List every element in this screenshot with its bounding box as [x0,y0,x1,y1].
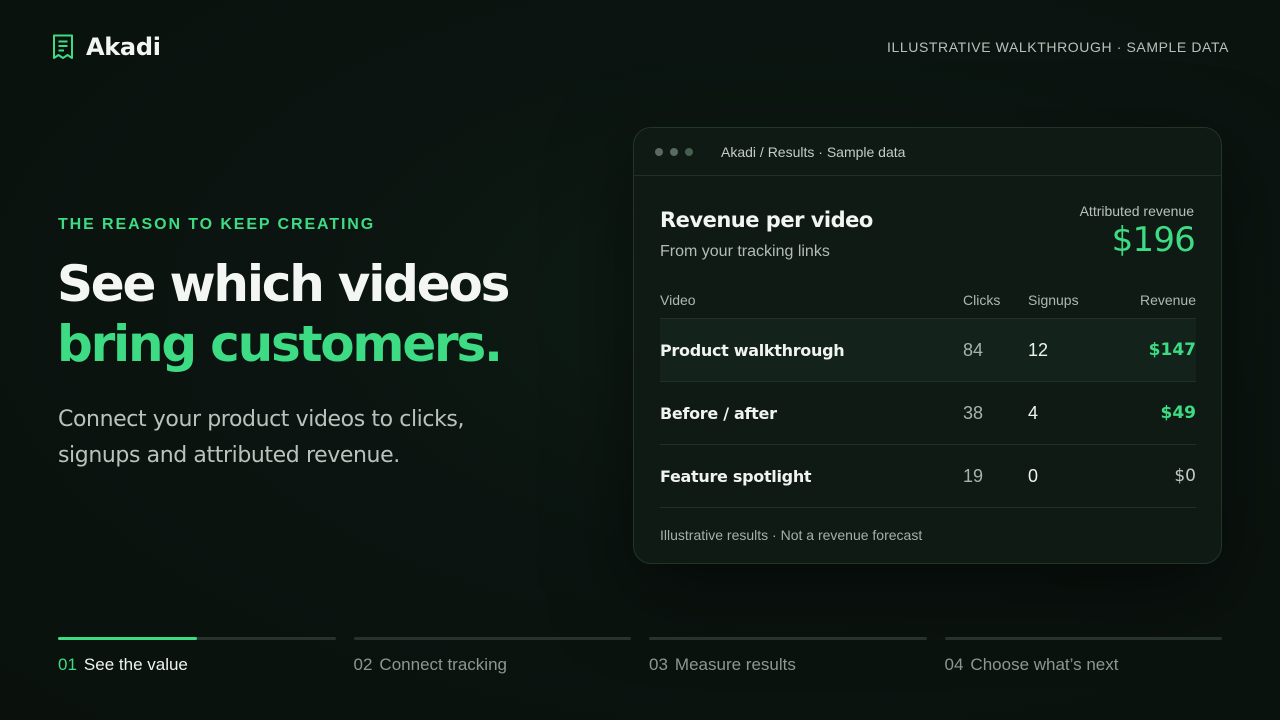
video-name: Before / after [660,403,777,423]
step-track [944,637,1222,640]
table-header: Video Clicks Signups Revenue [660,282,1196,319]
window-bar: Akadi / Results · Sample data [634,128,1221,176]
headline: See which videos bring customers. [57,254,510,374]
headline-line-2: bring customers. [57,315,503,373]
brand-name: Akadi [86,33,161,61]
attributed-revenue-value: $196 [1111,220,1196,260]
walkthrough-tag: ILLUSTRATIVE WALKTHROUGH · SAMPLE DATA [887,39,1229,55]
card-subtitle: From your tracking links [660,243,830,260]
window-dots [655,147,693,156]
clicks-value: 38 [963,402,984,423]
step-label: 03 Measure results [649,655,927,675]
window-dot-icon [655,147,663,156]
column-header-signups: Signups [1028,292,1079,308]
headline-line-1: See which videos [57,255,510,313]
step-fill [58,637,197,640]
step-text: Connect tracking [379,655,507,674]
revenue-value: $147 [1148,340,1196,360]
column-header-revenue: Revenue [1139,292,1196,308]
receipt-icon [53,34,73,59]
window-dot-icon [685,147,693,156]
step-2[interactable]: 02 Connect tracking [353,637,632,675]
signups-value: 12 [1028,339,1049,360]
step-track [353,637,631,640]
brand[interactable]: Akadi [52,33,161,61]
clicks-value: 84 [963,339,984,360]
step-label: 04 Choose what’s next [945,655,1223,675]
attributed-revenue-label: Attributed revenue [1079,203,1194,219]
step-number: 02 [353,655,373,674]
step-label: 02 Connect tracking [354,655,632,675]
breadcrumb: Akadi / Results · Sample data [721,143,906,160]
table-row[interactable]: Before / after 38 4 $49 [660,382,1196,445]
revenue-value: $49 [1160,403,1197,423]
table-row[interactable]: Feature spotlight 19 0 $0 [660,445,1196,508]
step-text: Measure results [674,655,796,674]
step-number: 01 [58,655,77,674]
signups-value: 0 [1028,465,1039,486]
step-text: Choose what’s next [970,655,1119,674]
step-track [58,637,336,640]
step-number: 04 [944,655,964,674]
eyebrow: THE REASON TO KEEP CREATING [58,216,376,233]
step-track [649,637,927,640]
subcopy: Connect your product videos to clicks, s… [58,407,465,468]
step-4[interactable]: 04 Choose what’s next [944,637,1223,675]
step-label: 01 See the value [58,655,336,675]
revenue-value: $0 [1174,466,1196,486]
results-table: Video Clicks Signups Revenue Product wal… [660,282,1196,508]
footnote: Illustrative results · Not a revenue for… [660,527,923,543]
column-header-clicks: Clicks [963,292,1001,308]
clicks-value: 19 [963,465,984,486]
column-header-video: Video [660,292,696,308]
table-row[interactable]: Product walkthrough 84 12 $147 [660,319,1196,382]
step-3[interactable]: 03 Measure results [649,637,927,675]
video-name: Feature spotlight [660,466,812,486]
window-dot-icon [670,147,678,156]
video-name: Product walkthrough [660,340,845,360]
step-number: 03 [649,655,668,674]
results-card: Akadi / Results · Sample data Revenue pe… [633,127,1222,564]
step-1[interactable]: 01 See the value [58,637,336,675]
step-progress: 01 See the value 02 Connect tracking 03 Mea… [58,637,1222,675]
signups-value: 4 [1028,402,1039,423]
card-title: Revenue per video [660,208,873,232]
step-text: See the value [83,655,188,674]
